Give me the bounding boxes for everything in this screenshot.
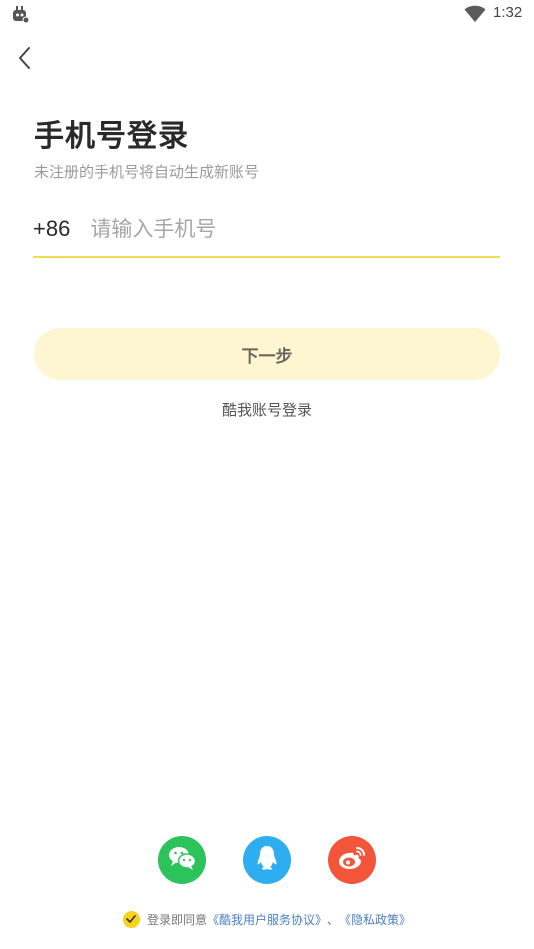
page-title: 手机号登录 (34, 119, 189, 154)
wechat-icon (167, 845, 197, 875)
agreement-prefix: 登录即同意 (146, 912, 207, 927)
country-code[interactable]: +86 (33, 216, 70, 242)
kuwo-account-login-link[interactable]: 酷我账号登录 (0, 399, 534, 420)
page-subtitle: 未注册的手机号将自动生成新账号 (34, 163, 260, 181)
checkmark-icon (126, 912, 137, 926)
wifi-icon (464, 5, 486, 23)
phone-input[interactable] (90, 217, 500, 241)
status-time: 1:32 (493, 4, 523, 21)
agreement-separator: 、 (327, 912, 340, 927)
agree-checkbox[interactable] (122, 910, 140, 928)
qq-icon (255, 844, 279, 876)
next-button[interactable]: 下一步 (34, 328, 500, 380)
status-bar: 1:32 (0, 0, 534, 30)
weibo-login-button[interactable] (328, 836, 376, 884)
agreement-row: 登录即同意 《酷我用户服务协议》 、 《隐私政策》 (0, 908, 534, 930)
robot-notification-icon (10, 4, 30, 24)
terms-of-service-link[interactable]: 《酷我用户服务协议》 (207, 911, 327, 928)
weibo-icon (337, 845, 367, 875)
wechat-login-button[interactable] (158, 836, 206, 884)
qq-login-button[interactable] (243, 836, 291, 884)
social-login-row (0, 836, 534, 884)
back-button[interactable] (10, 44, 40, 76)
privacy-policy-link[interactable]: 《隐私政策》 (339, 911, 411, 928)
phone-input-row: +86 (33, 206, 500, 258)
chevron-left-icon (17, 46, 33, 74)
